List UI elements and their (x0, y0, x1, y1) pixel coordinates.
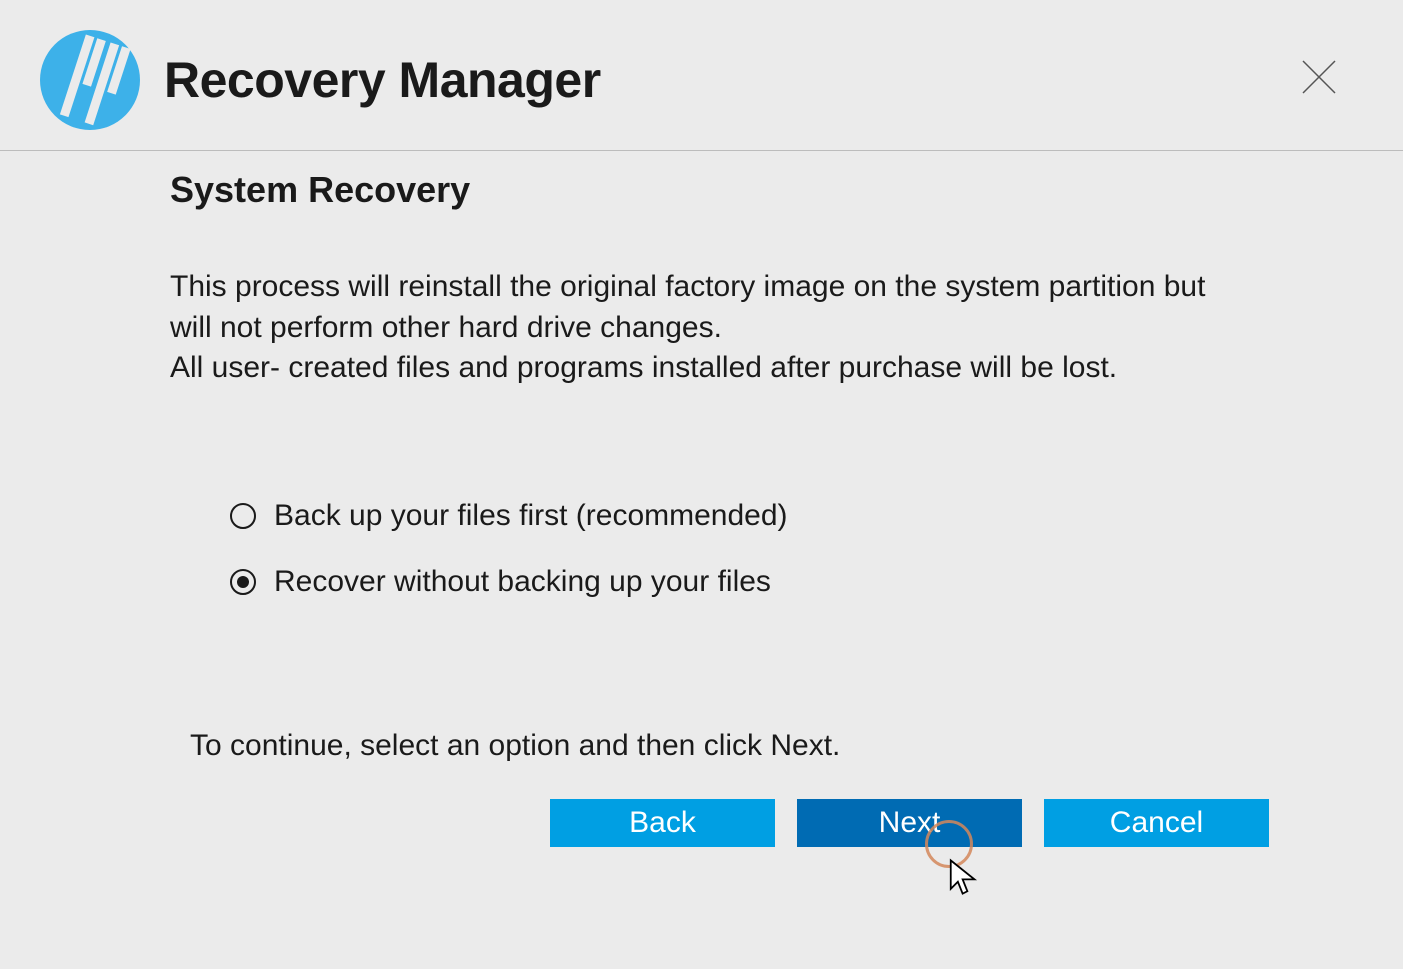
close-icon (1299, 57, 1339, 102)
option-recover-without-backup[interactable]: Recover without backing up your files (230, 565, 1343, 599)
close-button[interactable] (1295, 55, 1343, 103)
description-line: All user- created files and programs ins… (170, 351, 1117, 384)
options-group: Back up your files first (recommended) R… (170, 499, 1343, 599)
radio-unchecked-icon (230, 503, 256, 529)
page-body: System Recovery This process will reinst… (0, 151, 1403, 847)
header: Recovery Manager (0, 0, 1403, 151)
description-text: This process will reinstall the original… (170, 267, 1230, 389)
page-title: System Recovery (170, 169, 1343, 211)
option-label: Recover without backing up your files (274, 565, 771, 599)
option-label: Back up your files first (recommended) (274, 499, 788, 533)
button-row: Back Next Cancel (170, 799, 1343, 847)
option-backup-first[interactable]: Back up your files first (recommended) (230, 499, 1343, 533)
next-button[interactable]: Next (797, 799, 1022, 847)
hp-logo-icon (40, 30, 140, 130)
radio-checked-icon (230, 569, 256, 595)
cancel-button[interactable]: Cancel (1044, 799, 1269, 847)
back-button[interactable]: Back (550, 799, 775, 847)
hint-text: To continue, select an option and then c… (170, 729, 1343, 763)
cursor-icon (946, 857, 984, 897)
app-title: Recovery Manager (164, 51, 601, 109)
description-line: This process will reinstall the original… (170, 270, 1205, 344)
